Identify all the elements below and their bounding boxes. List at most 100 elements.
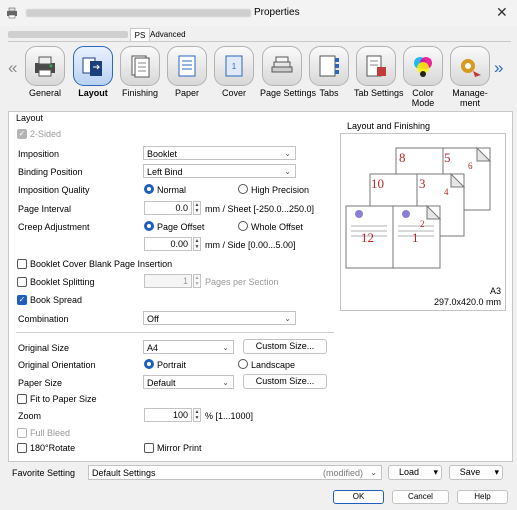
preview-paper-size: A3 (489, 286, 501, 296)
cover-blank-checkbox[interactable] (17, 259, 27, 269)
landscape-radio[interactable] (238, 359, 248, 369)
tab-layout[interactable]: Layout (71, 46, 115, 101)
creep-value-input[interactable]: 0.00 (144, 237, 192, 251)
tab-page-settings[interactable]: Page Settings (260, 46, 316, 101)
tab-blurred-name[interactable] (8, 31, 128, 38)
page-interval-unit: mm / Sheet [-250.0...250.0] (205, 204, 315, 214)
page-interval-input[interactable]: 0.0 (144, 201, 192, 215)
zoom-label: Zoom (18, 411, 42, 421)
page-number: 5 (444, 150, 451, 165)
function-tabs: General Layout Finishing Paper 1 Cover P… (8, 42, 511, 112)
cancel-button[interactable]: Cancel (392, 490, 449, 504)
chevron-down-icon: ⌄ (284, 167, 291, 176)
original-size-label: Original Size (18, 343, 70, 353)
custom-size-button-paper[interactable]: Custom Size... (243, 374, 327, 389)
fit-to-paper-checkbox[interactable] (17, 394, 27, 404)
load-button[interactable]: Load ▾ (388, 465, 442, 480)
creep-whole-offset-label: Whole Offset (251, 222, 303, 232)
page-number: 8 (399, 150, 406, 165)
imposition-label: Imposition (18, 149, 60, 159)
binding-position-select[interactable]: Left Bind ⌄ (143, 164, 296, 178)
tab-finishing[interactable]: Finishing (118, 46, 162, 101)
creep-page-offset-label: Page Offset (157, 222, 205, 232)
save-button[interactable]: Save ▾ (449, 465, 503, 480)
tab-tab-settings[interactable]: Tab Settings (354, 46, 404, 101)
zoom-input[interactable]: 100 (144, 408, 192, 422)
booklet-splitting-checkbox[interactable] (17, 277, 27, 287)
dropdown-arrow-icon: ▾ (494, 467, 499, 477)
finishing-icon (131, 55, 150, 78)
paper-icon (178, 55, 196, 77)
page-interval-label: Page Interval (18, 204, 72, 214)
rotate-180-checkbox[interactable] (17, 443, 27, 453)
svg-text:1: 1 (232, 62, 237, 71)
tab-tabs[interactable]: Tabs (307, 46, 351, 101)
tab-general[interactable]: General (23, 46, 67, 101)
quality-normal-label: Normal (157, 185, 187, 195)
full-bleed-label: Full Bleed (30, 428, 71, 438)
imposition-select[interactable]: Booklet ⌄ (143, 146, 296, 160)
page-number: 4 (444, 187, 449, 197)
chevron-down-icon: ⌄ (284, 314, 291, 323)
cover-icon: 1 (225, 55, 243, 77)
favorite-setting-label: Favorite Setting (12, 468, 76, 478)
portrait-label: Portrait (157, 360, 187, 370)
tab-ps[interactable]: PS (130, 28, 150, 42)
quality-high-radio[interactable] (238, 184, 248, 194)
section-title-layout: Layout (16, 113, 44, 123)
split-value-input: 1 (144, 274, 192, 288)
preview-paper-dimensions: 297.0x420.0 mm (433, 297, 501, 307)
rotate-180-label: 180°Rotate (30, 443, 76, 453)
tab-color-mode[interactable]: Color Mode (401, 46, 445, 108)
window-title: Properties (254, 7, 300, 18)
quality-high-label: High Precision (251, 185, 310, 195)
quality-normal-radio[interactable] (144, 184, 154, 194)
full-bleed-checkbox (17, 428, 27, 438)
page-number: 6 (468, 161, 473, 171)
combination-select[interactable]: Off ⌄ (143, 311, 296, 325)
page-number: 12 (361, 230, 374, 245)
creep-adjustment-label: Creep Adjustment (18, 222, 90, 232)
book-spread-label: Book Spread (30, 295, 83, 305)
zoom-spinner[interactable]: ▲ ▼ (193, 408, 201, 422)
ok-button[interactable]: OK (333, 490, 384, 504)
title-blurred-printer-name (26, 9, 251, 17)
creep-page-offset-radio[interactable] (144, 221, 154, 231)
tab-advanced[interactable]: Advanced (150, 30, 186, 39)
page-number: 3 (419, 176, 426, 191)
tab-management[interactable]: Manage- ment (448, 46, 492, 108)
portrait-radio[interactable] (144, 359, 154, 369)
chevron-down-icon: ⌄ (284, 149, 291, 158)
help-button[interactable]: Help (457, 490, 508, 504)
chevron-down-icon: ⌄ (370, 468, 377, 477)
split-unit: Pages per Section (205, 277, 279, 287)
modified-indicator: (modified) (322, 468, 363, 478)
binding-position-label: Binding Position (18, 167, 83, 177)
mirror-print-checkbox[interactable] (144, 443, 154, 453)
layout-icon (82, 57, 102, 76)
page-number: 1 (412, 230, 419, 245)
creep-whole-offset-radio[interactable] (238, 221, 248, 231)
close-icon[interactable]: ✕ (496, 4, 508, 21)
custom-size-button-original[interactable]: Custom Size... (243, 339, 327, 354)
page-number: 10 (371, 176, 384, 191)
paper-size-select[interactable]: Default ⌄ (143, 375, 234, 389)
original-size-select[interactable]: A4 ⌄ (143, 340, 234, 354)
chevron-down-icon: ⌄ (222, 378, 229, 387)
cover-blank-label: Booklet Cover Blank Page Insertion (30, 259, 173, 269)
creep-value-spinner[interactable]: ▲ ▼ (193, 237, 201, 251)
book-spread-checkbox[interactable]: ✓ (17, 295, 27, 305)
creep-unit: mm / Side [0.00...5.00] (205, 240, 296, 250)
page-interval-spinner[interactable]: ▲ ▼ (193, 201, 201, 215)
tabs-icon (319, 55, 339, 77)
tab-settings-icon (366, 55, 386, 77)
page-number: 2 (420, 219, 425, 229)
management-icon (461, 59, 481, 77)
imposition-quality-label: Imposition Quality (18, 185, 90, 195)
combination-label: Combination (18, 314, 69, 324)
mirror-print-label: Mirror Print (157, 443, 202, 453)
favorite-setting-select[interactable]: Default Settings (modified) ⌄ (88, 465, 382, 480)
tab-cover[interactable]: 1 Cover (212, 46, 256, 101)
tab-paper[interactable]: Paper (165, 46, 209, 101)
color-mode-icon (414, 57, 432, 77)
